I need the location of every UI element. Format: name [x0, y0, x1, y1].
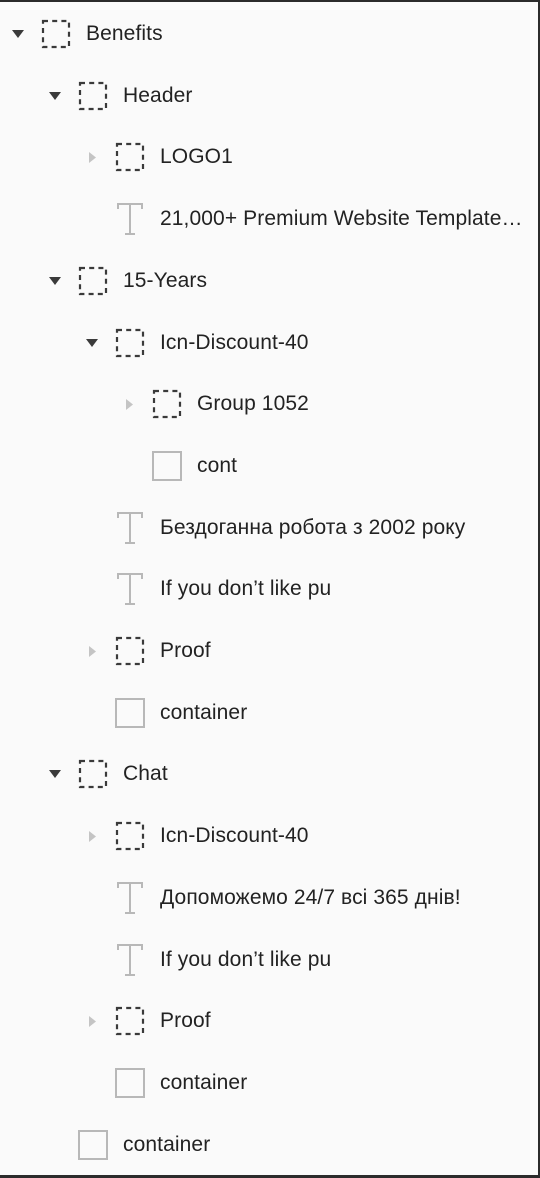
layer-row-container[interactable]: container [0, 682, 538, 744]
caret-right-icon[interactable] [121, 396, 137, 412]
layer-row-if-you-don-t-like-pu[interactable]: If you don’t like pu [0, 558, 538, 620]
rectangle-icon [77, 1129, 109, 1161]
layer-label: Icn-Discount-40 [160, 330, 309, 354]
dashed-frame-icon [77, 80, 109, 112]
caret-down-icon[interactable] [10, 26, 26, 42]
text-t-icon [114, 943, 146, 976]
layer-row-chat[interactable]: Chat [0, 743, 538, 805]
dashed-frame-icon [114, 327, 146, 359]
caret-right-icon[interactable] [84, 149, 100, 165]
dashed-frame-icon [114, 1005, 146, 1037]
layer-row-icn-discount-40[interactable]: Icn-Discount-40 [0, 312, 538, 374]
dashed-frame-icon [114, 820, 146, 852]
layer-row-proof[interactable]: Proof [0, 990, 538, 1052]
layer-row-cont[interactable]: cont [0, 435, 538, 497]
layer-label: Chat [123, 762, 168, 786]
layer-label: 21,000+ Premium Website Template… [160, 207, 523, 231]
layer-label: cont [197, 453, 238, 477]
layer-label: Icn-Discount-40 [160, 824, 309, 848]
layer-row-group-1052[interactable]: Group 1052 [0, 373, 538, 435]
layer-label: Header [123, 83, 193, 107]
rectangle-icon [114, 1067, 146, 1099]
layer-row-logo1[interactable]: LOGO1 [0, 126, 538, 188]
caret-down-icon[interactable] [47, 88, 63, 104]
layer-row-header[interactable]: Header [0, 65, 538, 127]
caret-down-icon[interactable] [84, 335, 100, 351]
caret-right-icon[interactable] [84, 1013, 100, 1029]
caret-down-icon[interactable] [47, 766, 63, 782]
layer-label: If you don’t like pu [160, 577, 332, 601]
layer-row-if-you-don-t-like-pu[interactable]: If you don’t like pu [0, 929, 538, 991]
layer-label: container [123, 1132, 211, 1156]
rectangle-icon [114, 697, 146, 729]
text-t-icon [114, 203, 146, 236]
layer-label: Group 1052 [197, 392, 309, 416]
layer-row-бездоганна-робота-з-2002-року[interactable]: Бездоганна робота з 2002 року [0, 497, 538, 559]
caret-right-icon[interactable] [84, 828, 100, 844]
layer-label: Бездоганна робота з 2002 року [160, 515, 466, 539]
layer-label: LOGO1 [160, 145, 233, 169]
layer-row-допоможемо-24-7-всі-365-днів[interactable]: Допоможемо 24/7 всі 365 днів! [0, 867, 538, 929]
dashed-frame-icon [40, 18, 72, 50]
layer-label: container [160, 700, 248, 724]
dashed-frame-icon [114, 635, 146, 667]
dashed-frame-icon [77, 758, 109, 790]
layer-label: Допоможемо 24/7 всі 365 днів! [160, 885, 461, 909]
layer-label: 15-Years [123, 268, 208, 292]
caret-down-icon[interactable] [47, 273, 63, 289]
layer-row-container[interactable]: container [0, 1114, 538, 1176]
dashed-frame-icon [114, 141, 146, 173]
layer-label: If you don’t like pu [160, 947, 332, 971]
text-t-icon [114, 573, 146, 606]
layer-row-icn-discount-40[interactable]: Icn-Discount-40 [0, 805, 538, 867]
dashed-frame-icon [151, 388, 183, 420]
layer-label: Proof [160, 1009, 211, 1033]
layer-label: Benefits [86, 22, 163, 45]
text-t-icon [114, 511, 146, 544]
layer-row-15-years[interactable]: 15-Years [0, 250, 538, 312]
layer-row-21-000-premium-website-template[interactable]: 21,000+ Premium Website Template… [0, 188, 538, 250]
layer-row-container[interactable]: container [0, 1052, 538, 1114]
text-t-icon [114, 881, 146, 914]
top-border [0, 0, 540, 2]
layer-label: container [160, 1070, 248, 1094]
caret-right-icon[interactable] [84, 643, 100, 659]
layer-row-benefits[interactable]: Benefits [0, 3, 538, 65]
layer-label: Proof [160, 639, 211, 662]
dashed-frame-icon [77, 265, 109, 297]
rectangle-icon [151, 450, 183, 482]
layer-row-proof[interactable]: Proof [0, 620, 538, 682]
